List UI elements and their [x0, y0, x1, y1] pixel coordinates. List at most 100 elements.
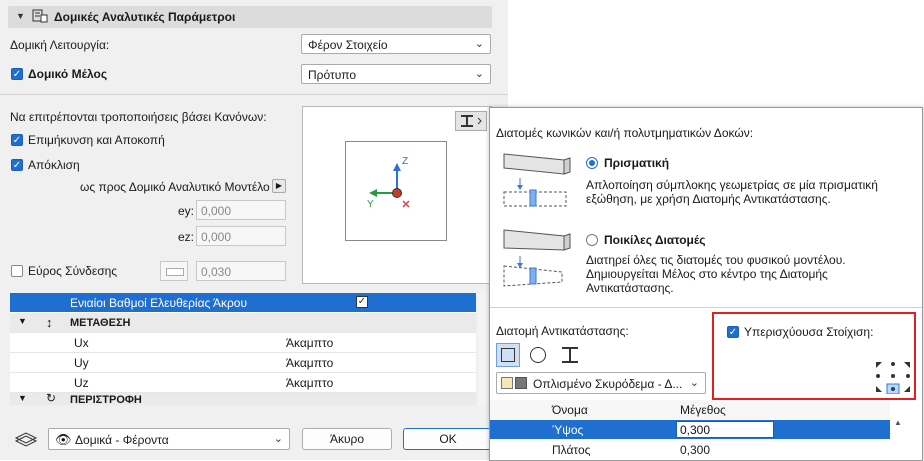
structural-member-label: Δομικό Μέλος — [28, 67, 108, 81]
axis-z-label: Z — [402, 156, 409, 167]
divider — [0, 94, 508, 95]
layer-value: Δομικά - Φέροντα — [75, 433, 169, 447]
replacement-section-label: Διατομή Αντικατάστασης: — [496, 324, 629, 338]
section-type-button[interactable] — [455, 111, 487, 131]
rotation-icon: ↻ — [46, 393, 57, 405]
ez-label: ez: — [178, 230, 195, 244]
structural-analytical-icon — [32, 9, 48, 23]
table-row[interactable]: Uy Άκαμπτο — [10, 353, 476, 373]
lengthening-checkbox[interactable]: ✓ — [11, 134, 23, 146]
various-sections-radio[interactable] — [586, 234, 598, 246]
material-dropdown[interactable]: Οπλισμένο Σκυρόδεμα - Δ... ⌄ — [496, 372, 706, 394]
group-row-rotation[interactable]: ▼ ↻ ΠΕΡΙΣΤΡΟΦΗ — [10, 393, 476, 405]
relative-to-label: ως προς Δομικό Αναλυτικό Μοντέλο — [80, 180, 270, 194]
section-options-popup: Διατομές κωνικών και/ή πολυτμηματικών Δο… — [489, 107, 923, 461]
group-label-rotation: ΠΕΡΙΣΤΡΟΦΗ — [70, 394, 142, 405]
col-size-header: Μέγεθος — [680, 403, 726, 417]
structural-function-label: Δομική Λειτουργία: — [10, 38, 110, 52]
section-title: Δομικές Αναλυτικές Παράμετροι — [54, 10, 236, 24]
structural-function-dropdown[interactable]: Φέρον Στοιχείο ⌄ — [301, 34, 491, 54]
table-scrollbar[interactable] — [478, 293, 488, 405]
offset-label: Απόκλιση — [28, 158, 80, 172]
popup-title: Διατομές κωνικών και/ή πολυτμηματικών Δο… — [496, 126, 754, 140]
prismatic-desc-line1: Απλοποίηση σύμπλοκης γεωμετρίας σε μία π… — [586, 178, 878, 192]
row-name: Uy — [74, 356, 89, 370]
joint-width-field[interactable]: 0,030 — [196, 261, 286, 281]
prismatic-radio[interactable] — [586, 157, 598, 169]
ok-button[interactable]: OK — [403, 428, 493, 450]
row-value: Άκαμπτο — [286, 376, 334, 390]
joint-width-slider-icon[interactable] — [160, 261, 188, 281]
table-row[interactable]: Πλάτος 0,300 — [490, 440, 890, 459]
structural-member-checkbox[interactable]: ✓ — [11, 68, 23, 80]
overriding-alignment-highlight: ✓ Υπερισχύουσα Στοίχιση: — [712, 312, 916, 400]
collapse-triangle-icon[interactable]: ▼ — [16, 11, 25, 21]
layer-dropdown[interactable]: 👁 Δομικά - Φέροντα ⌄ — [48, 428, 290, 450]
various-desc-line1: Διατηρεί όλες τις διατομές του φυσικού μ… — [586, 253, 846, 267]
i-beam-icon — [461, 115, 482, 127]
table-header-row[interactable]: Ενιαίοι Βαθμοί Ελευθερίας Άκρου ✓ — [10, 293, 476, 312]
row-value: Άκαμπτο — [286, 356, 334, 370]
expand-triangle-icon[interactable]: ▼ — [18, 393, 27, 403]
rectangle-shape-icon — [501, 348, 515, 362]
expand-triangle-icon[interactable]: ▼ — [18, 316, 27, 326]
prismatic-illustration-icon — [503, 153, 571, 207]
end-release-table: Ενιαίοι Βαθμοί Ελευθερίας Άκρου ✓ ▼ ↕ ΜΕ… — [10, 293, 476, 405]
height-value-input[interactable]: 0,300 — [676, 421, 774, 438]
scroll-up-icon[interactable]: ▲ — [894, 418, 902, 427]
size-table: Όνομα Μέγεθος Ύψος 0,300 Πλάτος 0,300 ▲ — [490, 400, 902, 460]
group-row-translation[interactable]: ▼ ↕ ΜΕΤΑΘΕΣΗ — [10, 313, 476, 333]
joint-width-checkbox[interactable] — [11, 265, 23, 277]
chevron-down-icon: ⌄ — [474, 38, 484, 50]
offset-checkbox[interactable]: ✓ — [11, 159, 23, 171]
arrow-right-icon[interactable]: ▶ — [272, 179, 286, 193]
preview-panel: Z Y — [302, 106, 492, 284]
bottom-bar: 👁 Δομικά - Φέροντα ⌄ Άκυρο OK — [0, 418, 508, 460]
table-row[interactable]: Ux Άκαμπτο — [10, 333, 476, 353]
table-row[interactable]: Ύψος 0,300 — [490, 420, 890, 439]
size-table-scrollbar[interactable]: ▲ — [894, 418, 904, 458]
ez-value: 0,000 — [201, 230, 232, 244]
various-desc-line2: Δημιουργείται Μέλος στο κέντρο της Διατο… — [586, 267, 828, 281]
row-name: Ύψος — [552, 423, 584, 437]
structural-function-value: Φέρον Στοιχείο — [308, 38, 388, 52]
ey-field[interactable]: 0,000 — [196, 200, 286, 220]
table-header-label: Ενιαίοι Βαθμοί Ελευθερίας Άκρου — [70, 296, 248, 310]
prismatic-desc-line2: εξώθηση, με χρήση Διατομής Αντικατάσταση… — [586, 192, 831, 206]
material-value: Οπλισμένο Σκυρόδεμα - Δ... — [533, 377, 683, 391]
various-desc-line3: Αντικατάστασης. — [586, 281, 674, 295]
eye-icon: 👁 — [55, 432, 72, 447]
joint-width-value: 0,030 — [201, 265, 232, 279]
ez-field[interactable]: 0,000 — [196, 226, 286, 246]
prismatic-label: Πρισματική — [604, 156, 670, 170]
i-beam-shape-icon[interactable] — [558, 343, 582, 367]
settings-panel: ▼ Δομικές Αναλυτικές Παράμετροι Δομική Λ… — [0, 0, 508, 460]
rectangle-shape-button[interactable] — [496, 343, 520, 367]
concrete-hatch-icon — [501, 377, 513, 389]
col-name-header: Όνομα — [552, 403, 588, 417]
row-value: 0,300 — [680, 443, 711, 457]
various-sections-illustration-icon — [503, 229, 571, 287]
circle-shape-icon — [530, 347, 546, 363]
chevron-down-icon: ⌄ — [273, 433, 283, 445]
divider — [490, 307, 922, 308]
row-name: Uz — [74, 376, 89, 390]
structural-member-value: Πρότυπο — [308, 68, 357, 82]
cancel-button[interactable]: Άκυρο — [302, 428, 392, 450]
alignment-anchor-grid-icon[interactable] — [874, 360, 912, 394]
table-row[interactable]: Uz Άκαμπτο — [10, 373, 476, 393]
circle-shape-button[interactable] — [526, 343, 550, 367]
group-label-translation: ΜΕΤΑΘΕΣΗ — [70, 317, 131, 329]
overriding-alignment-checkbox[interactable]: ✓ — [727, 326, 739, 338]
row-value: Άκαμπτο — [286, 336, 334, 350]
chevron-down-icon: ⌄ — [474, 68, 484, 80]
joint-width-label: Εύρος Σύνδεσης — [28, 264, 118, 278]
overriding-alignment-label: Υπερισχύουσα Στοίχιση: — [744, 325, 874, 339]
structural-member-dropdown[interactable]: Πρότυπο ⌄ — [301, 64, 491, 84]
various-sections-label: Ποικίλες Διατομές — [604, 233, 706, 247]
lengthening-label: Επιμήκυνση και Αποκοπή — [28, 133, 165, 147]
rules-label: Να επιτρέπονται τροποποιήσεις βάσει Κανό… — [10, 110, 267, 124]
axis-y-label: Y — [367, 199, 374, 210]
section-header[interactable]: ▼ Δομικές Αναλυτικές Παράμετροι — [8, 6, 492, 28]
uniform-release-checkbox[interactable]: ✓ — [356, 296, 368, 308]
